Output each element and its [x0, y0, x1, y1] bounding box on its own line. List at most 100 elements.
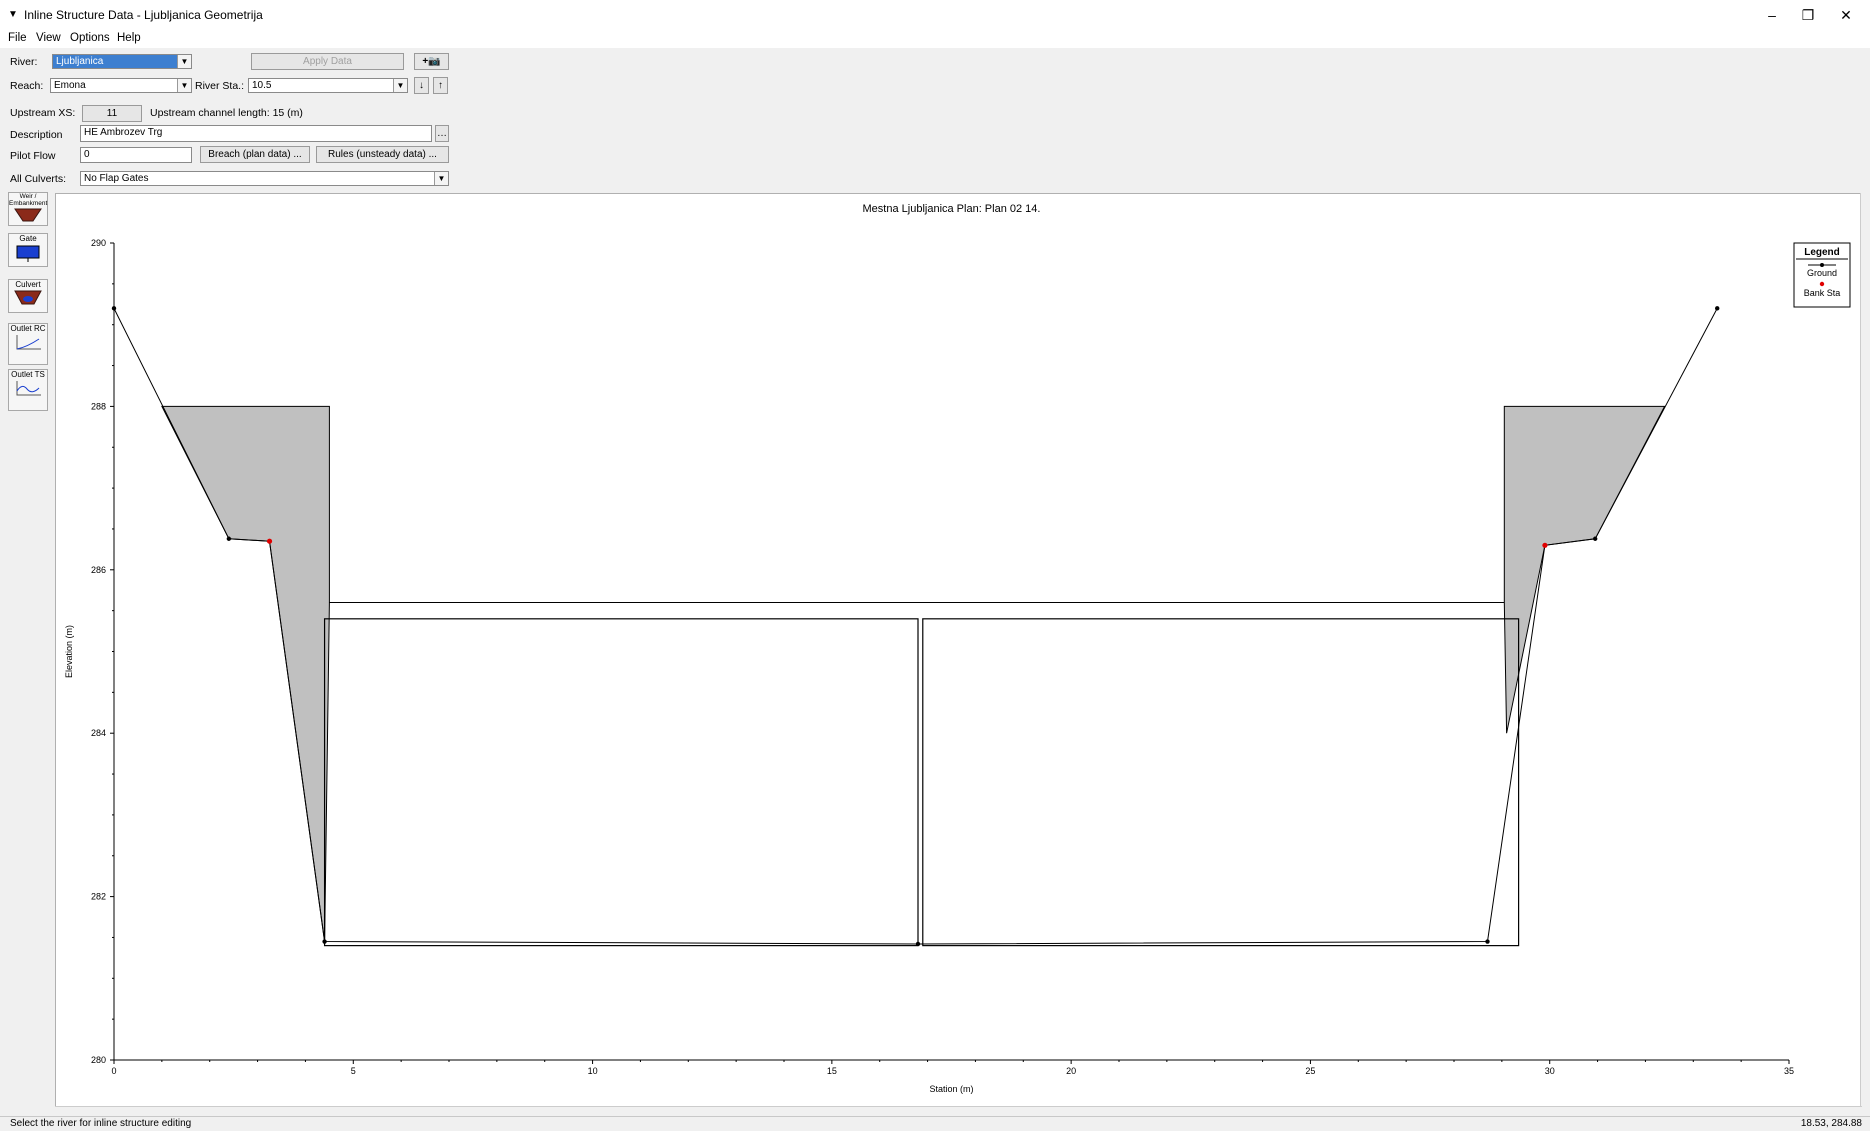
ground-point-5: [915, 941, 921, 947]
menu-help[interactable]: Help: [117, 32, 141, 44]
menu-options[interactable]: Options: [70, 32, 110, 44]
weir-embankment-tool[interactable]: Weir / Embankment: [8, 192, 48, 226]
ground-point-6: [1485, 939, 1490, 944]
status-bar: Select the river for inline structure ed…: [0, 1116, 1870, 1131]
outlet-ts-label: Outlet TS: [11, 370, 45, 379]
culvert-box-1: [323, 618, 919, 947]
description-more-button[interactable]: …: [435, 125, 449, 142]
camera-icon: 📷: [428, 56, 441, 67]
arrow-up-icon: ↑: [438, 80, 443, 91]
gate-tool-label: Gate: [19, 234, 37, 243]
culvert-tool[interactable]: Culvert: [8, 279, 48, 313]
apply-data-button[interactable]: Apply Data: [251, 53, 404, 70]
x-tick-label-0: 0: [111, 1066, 116, 1076]
pilot-flow-field[interactable]: 0: [80, 147, 192, 163]
gate-icon: [16, 245, 40, 262]
breach-button[interactable]: Breach (plan data) ...: [200, 146, 310, 163]
river-value: Ljubljanica: [56, 56, 104, 67]
legend-title: Legend: [1804, 247, 1840, 258]
x-tick-label-30: 30: [1545, 1066, 1555, 1076]
river-label: River:: [10, 56, 38, 68]
outlet-ts-icon: [16, 381, 41, 396]
y-axis-label: Elevation (m): [64, 625, 74, 678]
upstream-xs-value[interactable]: 11: [82, 105, 142, 122]
horizontal-scrollbar[interactable]: [55, 1106, 1862, 1116]
ground-point-8: [1592, 536, 1598, 541]
culvert-tool-label: Culvert: [15, 280, 41, 289]
rules-button[interactable]: Rules (unsteady data) ...: [316, 146, 449, 163]
chevron-down-icon: ▼: [434, 172, 448, 185]
outlet-ts-tool[interactable]: Outlet TS: [8, 369, 48, 411]
bank-station-1: [266, 538, 273, 544]
chevron-down-icon: ▼: [393, 79, 407, 92]
ground-point-9: [1715, 306, 1720, 311]
status-message: Select the river for inline structure ed…: [10, 1118, 192, 1129]
chart-title: Mestna Ljubljanica Plan: Plan 02 14.: [863, 203, 1041, 215]
reach-value: Emona: [54, 80, 86, 91]
reach-dropdown[interactable]: Emona ▼: [50, 78, 192, 93]
x-tick-label-35: 35: [1784, 1066, 1794, 1076]
window-title: Inline Structure Data - Ljubljanica Geom…: [24, 8, 263, 22]
river-station-value: 10.5: [252, 80, 272, 91]
cursor-coordinates: 18.53, 284.88: [1800, 1118, 1862, 1129]
description-label: Description: [10, 129, 63, 141]
all-culverts-dropdown[interactable]: No Flap Gates ▼: [80, 171, 449, 186]
cross-section-chart[interactable]: Mestna Ljubljanica Plan: Plan 02 14. 280 2…: [56, 194, 1861, 1109]
x-tick-label-25: 25: [1305, 1066, 1315, 1076]
menu-view[interactable]: View: [36, 32, 61, 44]
weir-tool-label: Weir / Embankment: [9, 193, 48, 207]
y-tick-label-282: 282: [91, 892, 106, 902]
description-field[interactable]: HE Ambrozev Trg: [80, 125, 432, 142]
chevron-down-icon: ▼: [177, 55, 191, 68]
culvert-icon: [14, 290, 42, 305]
y-tick-label-284: 284: [91, 728, 106, 738]
x-tick-label-15: 15: [827, 1066, 837, 1076]
y-tick-label-290: 290: [91, 238, 106, 248]
upstream-channel-length: Upstream channel length: 15 (m): [150, 107, 303, 119]
weir-icon: [14, 208, 42, 222]
up-arrow-button[interactable]: ↑: [433, 77, 448, 94]
vertical-scrollbar[interactable]: [1860, 193, 1870, 1110]
minimize-button[interactable]: –: [1762, 6, 1782, 24]
weir-fill-left: [161, 405, 330, 942]
x-tick-label-5: 5: [351, 1066, 356, 1076]
app-menu-icon[interactable]: ▼: [8, 9, 18, 20]
all-culverts-label: All Culverts:: [10, 173, 67, 185]
legend-bank-marker: [1819, 281, 1825, 287]
y-tick-label-288: 288: [91, 401, 106, 411]
x-axis-label: Station (m): [929, 1084, 973, 1094]
close-button[interactable]: ✕: [1836, 6, 1856, 24]
x-tick-label-10: 10: [588, 1066, 598, 1076]
legend-ground-label: Ground: [1807, 268, 1837, 278]
restore-button[interactable]: ❐: [1798, 6, 1818, 24]
y-tick-label-280: 280: [91, 1055, 106, 1065]
river-station-label: River Sta.:: [195, 80, 245, 92]
x-tick-label-20: 20: [1066, 1066, 1076, 1076]
y-tick-label-286: 286: [91, 565, 106, 575]
ground-point-4: [322, 939, 327, 944]
outlet-rc-icon: [16, 335, 41, 350]
ground-point-2: [226, 536, 232, 541]
upstream-xs-label: Upstream XS:: [10, 107, 76, 119]
legend-bank-label: Bank Sta: [1804, 288, 1841, 298]
chevron-down-icon: ▼: [177, 79, 191, 92]
river-station-dropdown[interactable]: 10.5 ▼: [248, 78, 408, 93]
menu-bar: File View Options Help: [0, 30, 1870, 48]
culvert-box-2: [922, 618, 1520, 947]
bank-station-2: [1542, 542, 1548, 548]
legend-ground-marker: [1820, 263, 1824, 267]
ground-line: [113, 308, 1718, 945]
gate-tool[interactable]: Gate: [8, 233, 48, 267]
reach-label: Reach:: [10, 80, 44, 92]
title-bar: ▼ Inline Structure Data - Ljubljanica Ge…: [0, 0, 1870, 30]
down-arrow-button[interactable]: ↓: [414, 77, 429, 94]
all-culverts-value: No Flap Gates: [84, 173, 149, 184]
weir-fill-right: [1503, 405, 1666, 734]
menu-file[interactable]: File: [8, 32, 27, 44]
chart-panel[interactable]: Mestna Ljubljanica Plan: Plan 02 14. 280 2…: [55, 193, 1862, 1110]
pilot-flow-label: Pilot Flow: [10, 150, 56, 162]
outlet-rc-label: Outlet RC: [10, 324, 46, 333]
river-dropdown[interactable]: Ljubljanica ▼: [52, 54, 192, 69]
outlet-rc-tool[interactable]: Outlet RC: [8, 323, 48, 365]
add-camera-button[interactable]: +📷: [414, 53, 449, 70]
